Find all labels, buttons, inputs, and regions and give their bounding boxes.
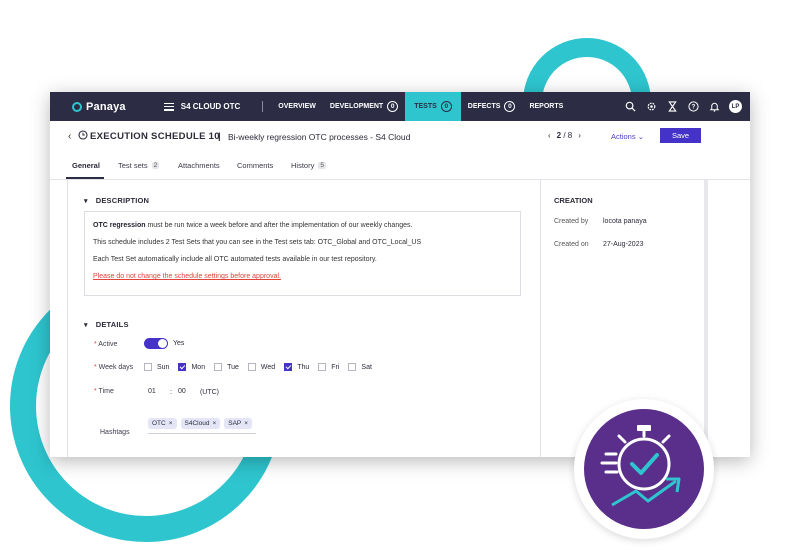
help-icon[interactable]: ? bbox=[687, 101, 699, 113]
actions-dropdown[interactable]: Actions ⌄ bbox=[611, 132, 644, 141]
description-header[interactable]: ▾ DESCRIPTION bbox=[84, 196, 149, 205]
tab-badge: 5 bbox=[318, 162, 326, 169]
nav-item-development[interactable]: DEVELOPMENT 0 bbox=[323, 92, 405, 121]
time-input: 01 : 00 (UTC) bbox=[148, 388, 219, 396]
menu-icon[interactable] bbox=[163, 102, 174, 111]
creation-header: CREATION bbox=[554, 196, 593, 205]
weekday-checkboxes: Sun Mon Tue Wed Thu Fri Sat bbox=[144, 363, 372, 371]
time-zone: (UTC) bbox=[199, 388, 220, 396]
description-line: Each Test Set automatically include all … bbox=[93, 256, 377, 263]
nav-icons: ? LP bbox=[624, 92, 742, 121]
clock-icon bbox=[78, 130, 88, 140]
nav-divider bbox=[262, 101, 264, 112]
stopwatch-icon bbox=[600, 425, 681, 507]
time-label: * Time bbox=[94, 388, 114, 395]
day-wed[interactable]: Wed bbox=[247, 363, 275, 371]
weekdays-label: * Week days bbox=[94, 364, 134, 371]
nav-item-overview[interactable]: OVERVIEW bbox=[271, 92, 323, 121]
tab-badge: 2 bbox=[151, 162, 160, 169]
hashtag-chip: OTC × bbox=[148, 418, 177, 429]
hashtag-chip: S4Cloud × bbox=[180, 418, 221, 429]
search-icon[interactable] bbox=[624, 101, 636, 113]
time-colon: : bbox=[170, 388, 172, 396]
brand-logo[interactable]: Panaya bbox=[72, 101, 126, 113]
stopwatch-badge bbox=[574, 399, 714, 539]
day-mon[interactable]: Mon bbox=[178, 363, 205, 371]
scrollbar[interactable] bbox=[704, 180, 708, 452]
hashtags-input[interactable]: OTC × S4Cloud × SAP × bbox=[148, 418, 256, 434]
checkbox[interactable] bbox=[348, 363, 357, 371]
page-current: 2 bbox=[556, 131, 562, 140]
active-value: Yes bbox=[173, 340, 185, 347]
details-header[interactable]: ▾ DETAILS bbox=[84, 320, 129, 329]
checkbox[interactable] bbox=[284, 363, 293, 371]
time-minute-input[interactable]: 00 bbox=[178, 388, 200, 396]
svg-text:?: ? bbox=[691, 104, 695, 111]
brand-name: Panaya bbox=[86, 100, 126, 113]
description-line: OTC regression must be run twice a week … bbox=[93, 222, 413, 229]
description-box[interactable]: OTC regression must be run twice a week … bbox=[84, 211, 521, 296]
description-line: This schedule includes 2 Test Sets that … bbox=[93, 239, 422, 246]
badge-circle bbox=[584, 409, 704, 529]
main-panel: ▾ DESCRIPTION OTC regression must be run… bbox=[68, 180, 541, 457]
day-sun[interactable]: Sun bbox=[144, 363, 169, 371]
title-bar: ‹ EXECUTION SCHEDULE 10 | Bi-weekly regr… bbox=[50, 121, 750, 153]
checkbox[interactable] bbox=[247, 363, 256, 371]
avatar[interactable]: LP bbox=[729, 100, 742, 113]
created-by-row: Created by locota panaya bbox=[554, 218, 647, 225]
hashtag-chip: SAP × bbox=[224, 418, 253, 429]
title-separator: | bbox=[218, 131, 221, 142]
tab-bar: General Test sets 2 Attachments Comments … bbox=[50, 153, 750, 180]
day-sat[interactable]: Sat bbox=[348, 363, 372, 371]
nav-badge: 0 bbox=[387, 101, 399, 112]
close-icon[interactable]: × bbox=[244, 420, 248, 427]
save-button[interactable]: Save bbox=[660, 128, 701, 143]
page-total: / 8 bbox=[563, 131, 573, 140]
time-hour-input[interactable]: 01 bbox=[148, 388, 170, 396]
top-nav: Panaya S4 CLOUD OTC OVERVIEW DEVELOPMENT… bbox=[50, 92, 750, 121]
nav-item-reports[interactable]: REPORTS bbox=[522, 92, 570, 121]
gear-icon[interactable] bbox=[645, 101, 657, 113]
tab-general[interactable]: General bbox=[72, 161, 100, 170]
pager: ‹ 2 / 8 › bbox=[548, 131, 581, 140]
nav-badge: 0 bbox=[440, 101, 452, 112]
checkbox[interactable] bbox=[214, 363, 223, 371]
project-name[interactable]: S4 CLOUD OTC bbox=[181, 102, 241, 111]
chevron-down-icon: ⌄ bbox=[637, 132, 644, 141]
day-fri[interactable]: Fri bbox=[318, 363, 339, 371]
close-icon[interactable]: × bbox=[212, 420, 216, 427]
tab-attachments[interactable]: Attachments bbox=[178, 161, 220, 170]
tab-history[interactable]: History 5 bbox=[291, 161, 326, 170]
checkbox[interactable] bbox=[178, 363, 187, 371]
checkbox[interactable] bbox=[144, 363, 152, 371]
chevron-down-icon: ▾ bbox=[84, 321, 88, 329]
created-on-row: Created on 27-Aug-2023 bbox=[554, 241, 644, 248]
day-thu[interactable]: Thu bbox=[284, 363, 309, 371]
hashtags-label: Hashtags bbox=[100, 429, 130, 436]
tab-test-sets[interactable]: Test sets 2 bbox=[118, 161, 160, 170]
nav-item-defects[interactable]: DEFECTS 0 bbox=[461, 92, 523, 121]
tab-comments[interactable]: Comments bbox=[237, 161, 273, 170]
nav-badge: 0 bbox=[504, 101, 516, 112]
hourglass-icon[interactable] bbox=[666, 101, 678, 113]
close-icon[interactable]: × bbox=[169, 420, 173, 427]
page-title: EXECUTION SCHEDULE 10 bbox=[90, 131, 220, 142]
bell-icon[interactable] bbox=[708, 101, 720, 113]
back-icon[interactable]: ‹ bbox=[68, 131, 71, 142]
active-tab-indicator bbox=[66, 177, 104, 179]
logo-icon bbox=[72, 101, 82, 112]
prev-icon[interactable]: ‹ bbox=[548, 131, 551, 140]
checkbox[interactable] bbox=[318, 363, 327, 371]
description-warning: Please do not change the schedule settin… bbox=[93, 273, 281, 280]
day-tue[interactable]: Tue bbox=[214, 363, 239, 371]
nav-item-tests[interactable]: TESTS 0 bbox=[405, 92, 461, 121]
active-toggle[interactable] bbox=[144, 338, 168, 349]
next-icon[interactable]: › bbox=[578, 131, 581, 140]
page-subtitle: Bi-weekly regression OTC processes - S4 … bbox=[228, 132, 411, 142]
active-label: * Active bbox=[94, 341, 118, 348]
chevron-down-icon: ▾ bbox=[84, 197, 88, 205]
